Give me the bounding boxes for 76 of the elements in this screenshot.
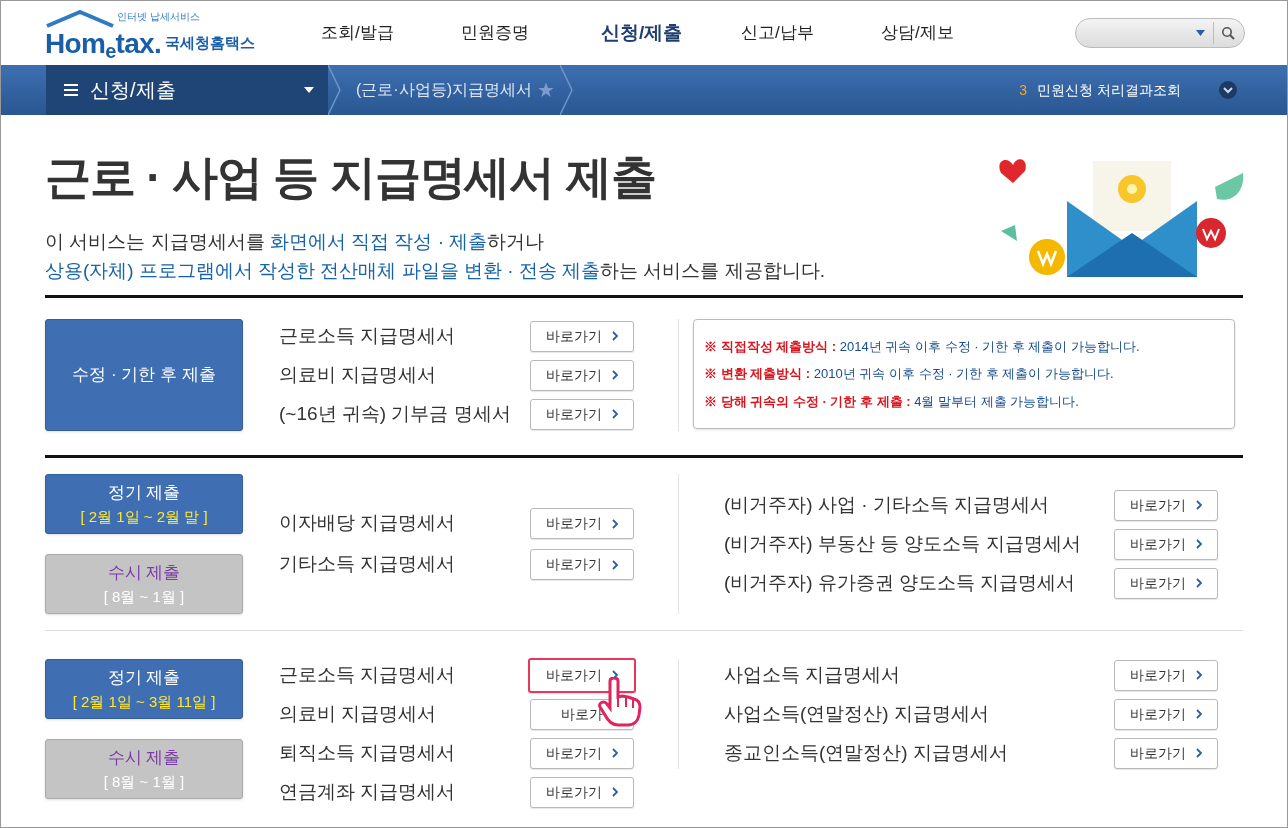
go-button[interactable]: 바로가기 bbox=[1114, 737, 1218, 769]
form-label: 연금계좌 지급명세서 bbox=[279, 779, 457, 804]
breadcrumb-separator-icon bbox=[560, 65, 574, 115]
go-button[interactable]: 바로가기 bbox=[528, 657, 637, 693]
notice-link[interactable]: 민원신청 처리결과조회 bbox=[1037, 79, 1181, 101]
chevron-right-icon[interactable] bbox=[612, 409, 619, 419]
go-button[interactable]: 바로가기 bbox=[530, 737, 635, 769]
chevron-right-icon[interactable] bbox=[1196, 709, 1202, 719]
form-label: 의료비 지급명세서 bbox=[279, 362, 438, 387]
notice-count: 3 bbox=[1019, 80, 1028, 100]
breadcrumb-link[interactable]: (근로·사업등)지급명세서 bbox=[356, 78, 532, 102]
menu-icon[interactable] bbox=[64, 84, 78, 96]
form-label: 기타소득 지급명세서 bbox=[279, 552, 457, 577]
page-title: 근로 · 사업 등 지급명세서 제출 bbox=[45, 150, 656, 205]
go-button[interactable]: 바로가기 bbox=[1114, 567, 1218, 599]
chevron-right-icon[interactable] bbox=[612, 670, 619, 680]
form-label: (~16년 귀속) 기부금 명세서 bbox=[279, 401, 512, 426]
form-label: 종교인소득(연말정산) 지급명세서 bbox=[724, 740, 1009, 765]
search-icon[interactable] bbox=[1221, 26, 1235, 40]
chevron-right-icon[interactable] bbox=[1196, 748, 1202, 758]
chevron-right-icon[interactable] bbox=[1196, 539, 1202, 549]
notice-text: ※ 당해 귀속의 수정 · 기한 후 제출 : 4월 말부터 제출 가능합니다. bbox=[704, 392, 1080, 411]
notice-text: ※ 직접작성 제출방식 : 2014년 귀속 이후 수정 · 기한 후 제출이 가능합니다. bbox=[704, 337, 1141, 356]
chevron-right-icon[interactable] bbox=[612, 331, 619, 341]
form-label: 이자배당 지급명세서 bbox=[279, 511, 457, 536]
nav-tab[interactable]: 신청/제출 bbox=[601, 18, 741, 48]
submission-tab[interactable]: 정기 제출 [ 2월 1일 ~ 2월 말 ] bbox=[45, 474, 243, 534]
form-label: 근로소득 지급명세서 bbox=[279, 323, 457, 348]
chevron-right-icon[interactable] bbox=[1196, 500, 1202, 510]
breadcrumb-separator-icon bbox=[328, 65, 342, 115]
go-button[interactable]: 바로가기 bbox=[530, 549, 635, 580]
go-button[interactable]: 바로가기 bbox=[530, 508, 635, 539]
form-label: (비거주자) 사업 · 기타소득 지급명세서 bbox=[724, 492, 1051, 517]
chevron-right-icon[interactable] bbox=[612, 518, 619, 529]
chevron-right-icon[interactable] bbox=[612, 559, 619, 570]
chevron-right-icon[interactable] bbox=[612, 370, 619, 380]
expand-icon[interactable] bbox=[1219, 81, 1237, 99]
logo-name: 국세청홈택스 bbox=[165, 32, 255, 53]
nav-tab[interactable]: 민원증명 bbox=[461, 20, 601, 46]
star-icon[interactable] bbox=[538, 82, 554, 98]
chevron-right-icon[interactable] bbox=[1196, 670, 1202, 680]
submission-tab[interactable]: 수시 제출 [ 8월 ~ 1월 ] bbox=[45, 739, 243, 799]
form-label: 퇴직소득 지급명세서 bbox=[279, 740, 457, 765]
search-field[interactable] bbox=[1075, 18, 1245, 48]
form-label: 사업소득(연말정산) 지급명세서 bbox=[724, 701, 990, 726]
go-button[interactable]: 바로가기 bbox=[1114, 528, 1218, 560]
chevron-right-icon[interactable] bbox=[612, 787, 619, 797]
house-roof-icon bbox=[45, 10, 115, 28]
description-text: 상용(자체) 프로그램에서 작성한 전산매체 파일을 변환 · 전송 제출하는 서비스를 제공합니다. bbox=[45, 259, 826, 283]
submission-tab[interactable]: 수시 제출 [ 8월 ~ 1월 ] bbox=[45, 554, 243, 614]
go-button[interactable]: 바로가기 bbox=[1114, 698, 1218, 730]
menu-dropdown[interactable]: 신청/제출 bbox=[46, 65, 328, 115]
form-label: 사업소득 지급명세서 bbox=[724, 662, 902, 687]
nav-tab[interactable]: 조회/발급 bbox=[321, 20, 461, 46]
form-label: 근로소득 지급명세서 bbox=[279, 662, 457, 687]
go-button[interactable]: 바로가기 bbox=[1114, 489, 1218, 521]
go-button[interactable]: 바로가기 bbox=[530, 398, 635, 430]
form-label: (비거주자) 유가증권 양도소득 지급명세서 bbox=[724, 570, 1077, 595]
dropdown-caret-icon[interactable] bbox=[304, 87, 314, 93]
go-button[interactable]: 바로가기 bbox=[1114, 659, 1218, 691]
form-label: 의료비 지급명세서 bbox=[279, 701, 438, 726]
nav-tab[interactable]: 상담/제보 bbox=[881, 20, 1021, 46]
go-button[interactable]: 바로가기 bbox=[530, 320, 635, 352]
chevron-right-icon[interactable] bbox=[612, 748, 619, 758]
go-button[interactable]: 바로가기 bbox=[530, 359, 635, 391]
go-button[interactable]: 바로가기 bbox=[530, 776, 635, 808]
notice-text: ※ 변환 제출방식 : 2010년 귀속 이후 수정 · 기한 후 제출이 가능합니다. bbox=[704, 365, 1115, 384]
submission-tab[interactable]: 정기 제출 [ 2월 1일 ~ 3월 11일 ] bbox=[45, 659, 243, 719]
form-label: (비거주자) 부동산 등 양도소득 지급명세서 bbox=[724, 531, 1082, 556]
nav-tab[interactable]: 신고/납부 bbox=[741, 20, 881, 46]
chevron-right-icon[interactable] bbox=[1196, 578, 1202, 588]
submission-tab[interactable]: 수정 · 기한 후 제출 bbox=[45, 319, 243, 431]
dropdown-caret-icon[interactable] bbox=[1196, 30, 1205, 36]
logo-wordmark[interactable]: Hom$_{e}$tax. bbox=[45, 30, 161, 58]
logo-tagline: 인터넷 납세서비스 bbox=[117, 12, 200, 22]
description-text: 이 서비스는 지급명세서를 화면에서 직접 작성 · 제출하거나 bbox=[45, 230, 546, 254]
